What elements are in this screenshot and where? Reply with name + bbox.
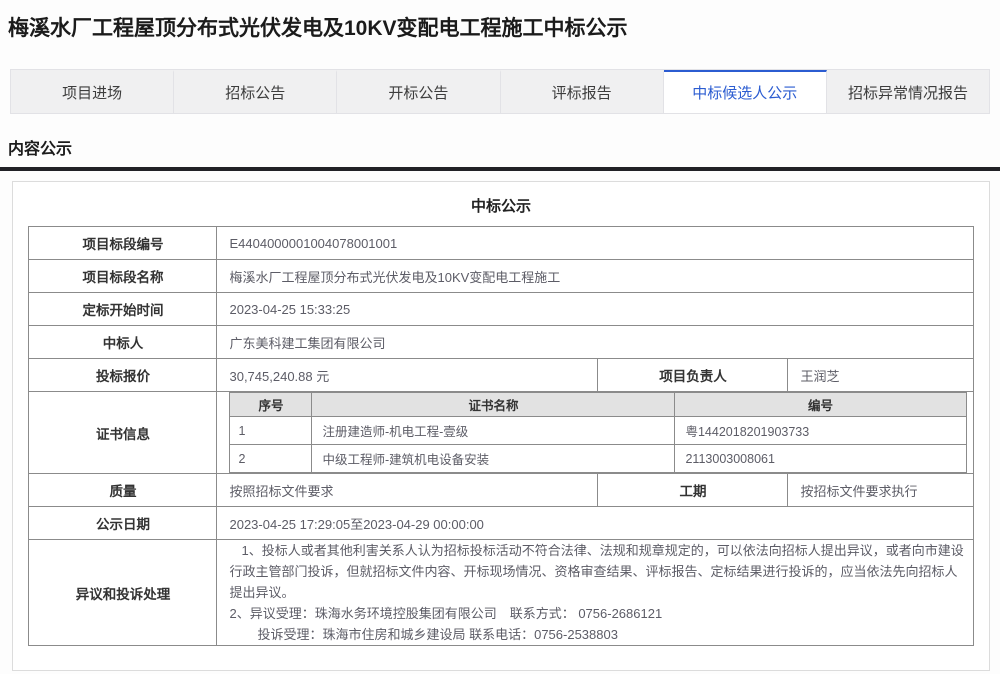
notice-panel: 中标公示 项目标段编号 E4404000001004078001001 项目标段…: [12, 181, 990, 671]
cert-seq-value: 2: [230, 445, 312, 473]
objection-line: 2、异议受理：珠海水务环境控股集团有限公司 联系方式： 0756-2686121: [229, 603, 966, 624]
tab-bid-opening-announcement[interactable]: 开标公告: [337, 70, 500, 113]
cert-number-header: 编号: [675, 393, 966, 417]
publicity-date-value: 2023-04-25 17:29:05至2023-04-29 00:00:00: [217, 507, 973, 540]
certificates-header-row: 序号 证书名称 编号: [230, 393, 966, 417]
certificate-row: 2 中级工程师-建筑机电设备安装 2113003008061: [230, 445, 966, 473]
tab-winning-candidate-publicity[interactable]: 中标候选人公示: [664, 70, 827, 113]
cert-seq-value: 1: [230, 417, 312, 445]
certificate-row: 1 注册建造师-机电工程-壹级 粤1442018201903733: [230, 417, 966, 445]
objection-value: 1、投标人或者其他利害关系人认为招标投标活动不符合法律、法规和规章规定的，可以依…: [217, 540, 973, 646]
notice-table: 项目标段编号 E4404000001004078001001 项目标段名称 梅溪…: [28, 226, 973, 646]
decision-time-value: 2023-04-25 15:33:25: [217, 293, 973, 326]
publicity-date-label: 公示日期: [29, 507, 217, 540]
project-no-label: 项目标段编号: [29, 227, 217, 260]
table-row-project-no: 项目标段编号 E4404000001004078001001: [29, 227, 973, 260]
section-divider: [0, 167, 1000, 171]
tab-project-entry[interactable]: 项目进场: [11, 70, 174, 113]
table-row-decision-time: 定标开始时间 2023-04-25 15:33:25: [29, 293, 973, 326]
cert-name-value: 中级工程师-建筑机电设备安装: [312, 445, 675, 473]
table-row-project-name: 项目标段名称 梅溪水厂工程屋顶分布式光伏发电及10KV变配电工程施工: [29, 260, 973, 293]
tab-tender-abnormality-report[interactable]: 招标异常情况报告: [827, 70, 989, 113]
quality-value: 按照招标文件要求: [217, 474, 598, 507]
project-manager-label: 项目负责人: [598, 359, 788, 392]
page-title: 梅溪水厂工程屋顶分布式光伏发电及10KV变配电工程施工中标公示: [0, 0, 1000, 44]
duration-label: 工期: [598, 474, 788, 507]
winner-value: 广东美科建工集团有限公司: [217, 326, 973, 359]
table-row-quality-duration: 质量 按照招标文件要求 工期 按招标文件要求执行: [29, 474, 973, 507]
project-name-label: 项目标段名称: [29, 260, 217, 293]
objection-label: 异议和投诉处理: [29, 540, 217, 646]
winner-label: 中标人: [29, 326, 217, 359]
bid-price-value: 30,745,240.88 元: [217, 359, 598, 392]
cert-number-value: 2113003008061: [675, 445, 966, 473]
cert-name-header: 证书名称: [312, 393, 675, 417]
quality-label: 质量: [29, 474, 217, 507]
tab-bar: 项目进场 招标公告 开标公告 评标报告 中标候选人公示 招标异常情况报告: [10, 69, 990, 114]
certificates-cell: 序号 证书名称 编号 1 注册建造师-机电工程-壹级 粤144201820190…: [217, 392, 973, 474]
table-row-bid-price: 投标报价 30,745,240.88 元 项目负责人 王润芝: [29, 359, 973, 392]
project-no-value: E4404000001004078001001: [217, 227, 973, 260]
cert-name-value: 注册建造师-机电工程-壹级: [312, 417, 675, 445]
tab-evaluation-report[interactable]: 评标报告: [501, 70, 664, 113]
project-name-value: 梅溪水厂工程屋顶分布式光伏发电及10KV变配电工程施工: [217, 260, 973, 293]
certificates-table: 序号 证书名称 编号 1 注册建造师-机电工程-壹级 粤144201820190…: [229, 392, 966, 473]
project-manager-value: 王润芝: [788, 359, 973, 392]
table-row-objection: 异议和投诉处理 1、投标人或者其他利害关系人认为招标投标活动不符合法律、法规和规…: [29, 540, 973, 646]
tab-tender-announcement[interactable]: 招标公告: [174, 70, 337, 113]
objection-line: 投诉受理：珠海市住房和城乡建设局 联系电话：0756-2538803: [229, 624, 966, 645]
objection-line: 1、投标人或者其他利害关系人认为招标投标活动不符合法律、法规和规章规定的，可以依…: [229, 540, 966, 603]
bid-price-label: 投标报价: [29, 359, 217, 392]
decision-time-label: 定标开始时间: [29, 293, 217, 326]
section-title: 内容公示: [0, 135, 1000, 159]
table-row-winner: 中标人 广东美科建工集团有限公司: [29, 326, 973, 359]
table-row-certificates: 证书信息 序号 证书名称 编号 1: [29, 392, 973, 474]
cert-seq-header: 序号: [230, 393, 312, 417]
duration-value: 按招标文件要求执行: [788, 474, 973, 507]
cert-number-value: 粤1442018201903733: [675, 417, 966, 445]
table-row-publicity-date: 公示日期 2023-04-25 17:29:05至2023-04-29 00:0…: [29, 507, 973, 540]
notice-title: 中标公示: [13, 195, 989, 216]
certificates-label: 证书信息: [29, 392, 217, 474]
